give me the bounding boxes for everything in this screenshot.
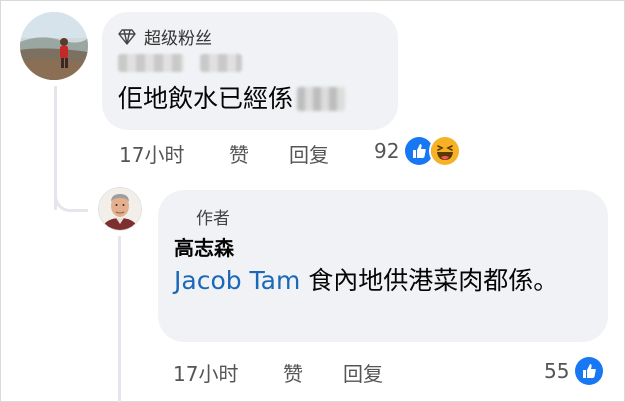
timestamp-link[interactable]: 17小时 [119, 139, 229, 168]
reaction-summary[interactable]: 92 [374, 135, 462, 167]
top-fan-badge: 超级粉丝 [118, 24, 212, 49]
badge-label: 超级粉丝 [144, 29, 212, 49]
reaction-count: 92 [374, 139, 400, 163]
like-button[interactable]: 赞 [229, 139, 289, 168]
reaction-summary[interactable]: 55 [544, 355, 606, 387]
mention-link[interactable]: Jacob Tam [174, 266, 300, 295]
comment-text: 佢地飲水已經係 [118, 80, 346, 118]
author-avatar[interactable] [98, 187, 142, 231]
reply-button[interactable]: 回复 [289, 139, 329, 168]
like-button[interactable]: 赞 [283, 358, 343, 387]
redacted-text [297, 87, 346, 111]
haha-reaction-icon [429, 135, 462, 167]
comment-actions: 17小时 赞 回复 [119, 139, 329, 168]
reply-button[interactable]: 回复 [343, 358, 383, 387]
like-reaction-icon [573, 355, 606, 387]
author-name[interactable]: 高志森 [174, 232, 234, 261]
reaction-count: 55 [544, 359, 570, 383]
reply-actions: 17小时 赞 回复 [173, 358, 383, 387]
diamond-icon [118, 28, 136, 45]
author-badge: 作者 [196, 209, 230, 229]
reply-thread-line [118, 236, 121, 402]
commenter-avatar[interactable] [20, 12, 88, 80]
commenter-name-redacted[interactable] [118, 54, 242, 72]
timestamp-link[interactable]: 17小时 [173, 358, 283, 387]
reply-text: Jacob Tam 食內地供港菜肉都係。 [174, 266, 559, 295]
